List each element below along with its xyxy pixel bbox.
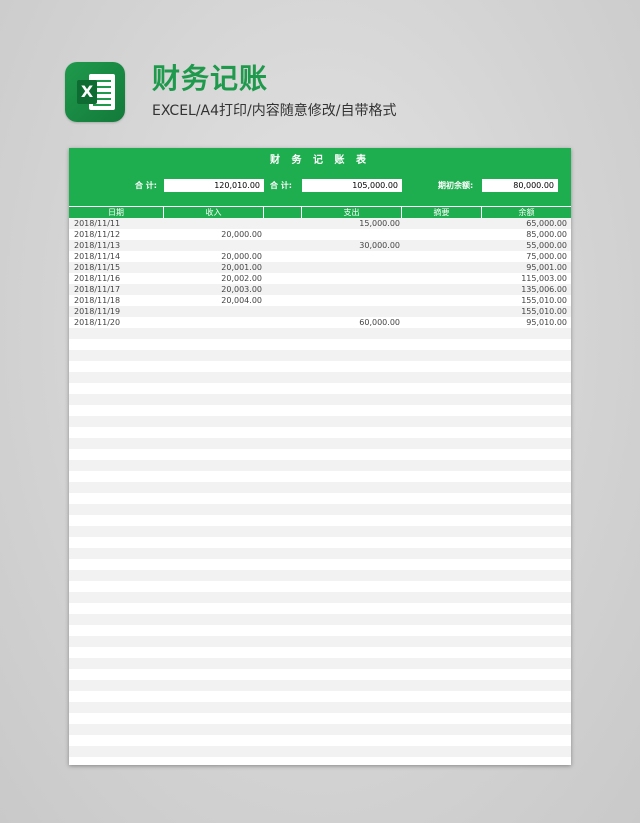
cell-date[interactable]: 2018/11/19	[74, 306, 164, 317]
cell-note[interactable]	[402, 229, 482, 240]
table-row: 2018/11/20 60,000.00 95,010.00	[69, 317, 571, 328]
excel-icon: X	[65, 62, 125, 122]
cell-date[interactable]: 2018/11/14	[74, 251, 164, 262]
cell-expense[interactable]	[302, 262, 402, 273]
column-header-spacer	[264, 207, 302, 218]
cell-balance[interactable]: 55,000.00	[482, 240, 569, 251]
cell-note[interactable]	[402, 240, 482, 251]
table-row: 2018/11/15 20,001.00 95,001.00	[69, 262, 571, 273]
cell-income[interactable]	[164, 306, 264, 317]
table-row: 2018/11/16 20,002.00 115,003.00	[69, 273, 571, 284]
cell-expense[interactable]	[302, 284, 402, 295]
expense-total-field[interactable]: 105,000.00	[302, 179, 402, 192]
cell-date[interactable]: 2018/11/13	[74, 240, 164, 251]
opening-balance-field[interactable]: 80,000.00	[482, 179, 558, 192]
cell-balance[interactable]: 115,003.00	[482, 273, 569, 284]
expense-total-label: 合 计:	[270, 181, 292, 190]
cell-income[interactable]: 20,003.00	[164, 284, 264, 295]
cell-date[interactable]: 2018/11/20	[74, 317, 164, 328]
sheet-title: 财 务 记 账 表	[270, 155, 370, 166]
column-header-date[interactable]: 日期	[69, 207, 164, 218]
cell-date[interactable]: 2018/11/11	[74, 218, 164, 229]
cell-income[interactable]	[164, 317, 264, 328]
cell-income[interactable]	[164, 218, 264, 229]
cell-balance[interactable]: 85,000.00	[482, 229, 569, 240]
cell-date[interactable]: 2018/11/17	[74, 284, 164, 295]
page-title: 财务记账	[152, 62, 269, 95]
cell-expense[interactable]	[302, 229, 402, 240]
cell-income[interactable]: 20,002.00	[164, 273, 264, 284]
cell-date[interactable]: 2018/11/18	[74, 295, 164, 306]
table-row: 2018/11/18 20,004.00 155,010.00	[69, 295, 571, 306]
cell-income[interactable]: 20,001.00	[164, 262, 264, 273]
income-total-label: 合 计:	[135, 181, 157, 190]
cell-expense[interactable]: 15,000.00	[302, 218, 402, 229]
column-header-balance[interactable]: 余额	[482, 207, 571, 218]
cell-note[interactable]	[402, 317, 482, 328]
table-row: 2018/11/11 15,000.00 65,000.00	[69, 218, 571, 229]
cell-balance[interactable]: 95,010.00	[482, 317, 569, 328]
cell-note[interactable]	[402, 284, 482, 295]
income-total-field[interactable]: 120,010.00	[164, 179, 264, 192]
excel-logo-letter: X	[77, 80, 97, 104]
table-row: 2018/11/17 20,003.00 135,006.00	[69, 284, 571, 295]
opening-balance-label: 期初余额:	[438, 181, 474, 190]
cell-income[interactable]: 20,000.00	[164, 229, 264, 240]
cell-note[interactable]	[402, 273, 482, 284]
cell-balance[interactable]: 75,000.00	[482, 251, 569, 262]
cell-note[interactable]	[402, 251, 482, 262]
table-row: 2018/11/12 20,000.00 85,000.00	[69, 229, 571, 240]
column-header-expense[interactable]: 支出	[302, 207, 402, 218]
cell-expense[interactable]: 30,000.00	[302, 240, 402, 251]
column-header-row: 日期 收入 支出 摘要 余额	[69, 206, 571, 218]
spreadsheet-preview: 财 务 记 账 表 合 计: 120,010.00 合 计: 105,000.0…	[69, 148, 571, 765]
cell-note[interactable]	[402, 306, 482, 317]
cell-balance[interactable]: 135,006.00	[482, 284, 569, 295]
table-row: 2018/11/19 155,010.00	[69, 306, 571, 317]
cell-expense[interactable]	[302, 295, 402, 306]
column-header-note[interactable]: 摘要	[402, 207, 482, 218]
cell-date[interactable]: 2018/11/15	[74, 262, 164, 273]
cell-note[interactable]	[402, 262, 482, 273]
cell-balance[interactable]: 155,010.00	[482, 295, 569, 306]
cell-income[interactable]: 20,000.00	[164, 251, 264, 262]
column-header-income[interactable]: 收入	[164, 207, 264, 218]
cell-income[interactable]	[164, 240, 264, 251]
cell-balance[interactable]: 65,000.00	[482, 218, 569, 229]
cell-balance[interactable]: 155,010.00	[482, 306, 569, 317]
cell-date[interactable]: 2018/11/12	[74, 229, 164, 240]
cell-note[interactable]	[402, 218, 482, 229]
table-row: 2018/11/13 30,000.00 55,000.00	[69, 240, 571, 251]
cell-expense[interactable]	[302, 273, 402, 284]
cell-income[interactable]: 20,004.00	[164, 295, 264, 306]
cell-expense[interactable]	[302, 251, 402, 262]
sheet-banner: 财 务 记 账 表 合 计: 120,010.00 合 计: 105,000.0…	[69, 148, 571, 206]
cell-expense[interactable]: 60,000.00	[302, 317, 402, 328]
cell-date[interactable]: 2018/11/16	[74, 273, 164, 284]
cell-expense[interactable]	[302, 306, 402, 317]
table-row: 2018/11/14 20,000.00 75,000.00	[69, 251, 571, 262]
ledger-rows: 2018/11/11 15,000.00 65,000.00 2018/11/1…	[69, 218, 571, 765]
cell-note[interactable]	[402, 295, 482, 306]
page-subtitle: EXCEL/A4打印/内容随意修改/自带格式	[152, 103, 397, 119]
cell-balance[interactable]: 95,001.00	[482, 262, 569, 273]
